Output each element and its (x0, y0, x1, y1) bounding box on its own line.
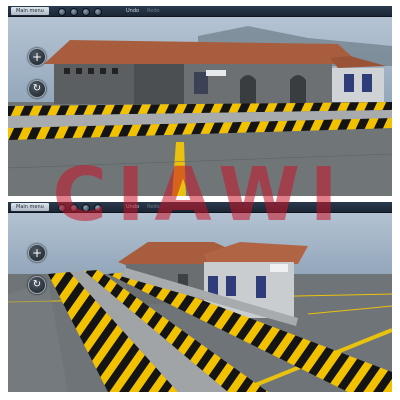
redo-button[interactable]: Redo (147, 203, 160, 211)
redo-button[interactable]: Redo (147, 7, 160, 15)
rotate-icon[interactable]: ↻ (28, 276, 46, 294)
rotate-glyph: ↻ (32, 83, 42, 94)
viewport-top[interactable]: Main menu Undo Redo + ↻ (8, 6, 392, 196)
viewport-bottom[interactable]: Main menu Undo Redo + ↻ (8, 202, 392, 392)
scene-top (8, 6, 392, 196)
view-button-4[interactable] (94, 204, 102, 212)
view-button-2[interactable] (70, 204, 78, 212)
plus-glyph: + (31, 50, 43, 64)
rotate-glyph: ↻ (32, 279, 42, 290)
rotate-icon[interactable]: ↻ (28, 80, 46, 98)
view-button-2[interactable] (70, 8, 78, 16)
scene-bottom (8, 202, 392, 392)
view-button-4[interactable] (94, 8, 102, 16)
bottom-toolbar: Main menu Undo Redo (8, 202, 392, 213)
plus-icon[interactable]: + (28, 48, 46, 66)
station-building (44, 40, 386, 104)
view-button-3[interactable] (82, 8, 90, 16)
view-button-3[interactable] (82, 204, 90, 212)
view-button-1[interactable] (58, 8, 66, 16)
plus-glyph: + (31, 246, 43, 260)
top-toolbar: Main menu Undo Redo (8, 6, 392, 17)
plus-icon[interactable]: + (28, 244, 46, 262)
main-menu-button[interactable]: Main menu (11, 7, 49, 15)
undo-button[interactable]: Undo (126, 7, 139, 15)
view-button-1[interactable] (58, 204, 66, 212)
undo-button[interactable]: Undo (126, 203, 139, 211)
main-menu-button[interactable]: Main menu (11, 203, 49, 211)
